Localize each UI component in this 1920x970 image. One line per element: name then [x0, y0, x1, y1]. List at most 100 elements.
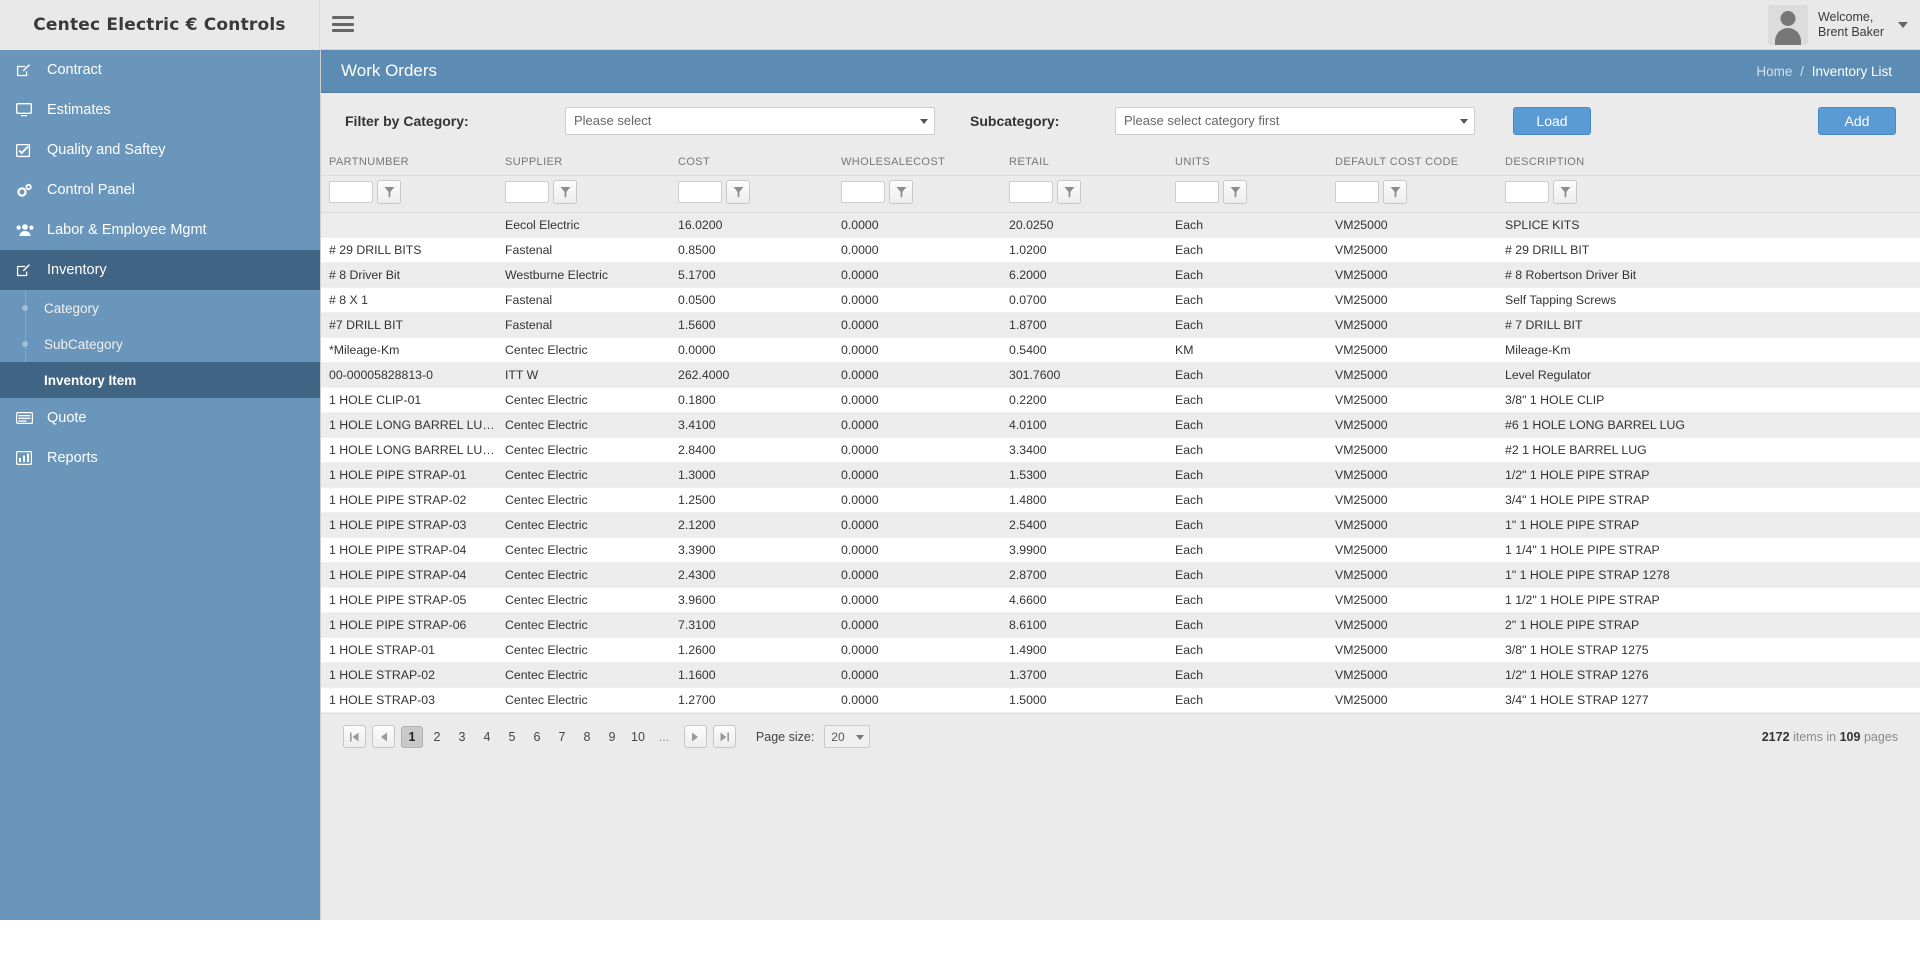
table-row[interactable]: # 8 Driver Bit Westburne Electric 5.1700 0.… — [321, 262, 1920, 288]
table-row[interactable]: 1 HOLE PIPE STRAP-03 Centec Electric 2.120… — [321, 512, 1920, 538]
cell-wholesalecost: 0.0000 — [833, 612, 1001, 638]
cell-supplier: Centec Electric — [497, 637, 670, 663]
prev-page-icon[interactable] — [372, 725, 395, 748]
funnel-icon[interactable] — [1057, 180, 1081, 204]
next-page-icon[interactable] — [683, 725, 707, 748]
sidebar-item-label: Quote — [47, 410, 87, 426]
column-header-default-cost-code[interactable]: DEFAULT COST CODE — [1327, 148, 1497, 176]
filter-input-5[interactable] — [1175, 181, 1219, 203]
table-row[interactable]: 1 HOLE PIPE STRAP-05 Centec Electric 3.960… — [321, 587, 1920, 613]
sidebar-item-inventory[interactable]: Inventory — [0, 250, 320, 290]
page-size-select[interactable]: 20 — [824, 725, 871, 748]
page-button-5[interactable]: 5 — [501, 726, 523, 748]
cell-supplier: Centec Electric — [497, 537, 670, 563]
sidebar-item-reports[interactable]: Reports — [0, 438, 320, 478]
sidebar-item-category[interactable]: Category — [0, 290, 320, 326]
page-button-9[interactable]: 9 — [601, 726, 623, 748]
filter-input-2[interactable] — [678, 181, 722, 203]
funnel-icon[interactable] — [553, 180, 577, 204]
page-button-2[interactable]: 2 — [426, 726, 448, 748]
sidebar-item-subcategory[interactable]: SubCategory — [0, 326, 320, 362]
column-header-wholesalecost[interactable]: WHOLESALECOST — [833, 148, 1001, 176]
cell-wholesalecost: 0.0000 — [833, 487, 1001, 513]
filter-input-1[interactable] — [505, 181, 549, 203]
table-row[interactable]: # 29 DRILL BITS Fastenal 0.8500 0.0000 1.020… — [321, 237, 1920, 263]
filter-input-3[interactable] — [841, 181, 885, 203]
table-row[interactable]: 1 HOLE PIPE STRAP-06 Centec Electric 7.310… — [321, 612, 1920, 638]
table-row[interactable]: 1 HOLE PIPE STRAP-04 Centec Electric 3.390… — [321, 537, 1920, 563]
sidebar-item-control-panel[interactable]: Control Panel — [0, 170, 320, 210]
table-row[interactable]: 1 HOLE STRAP-02 Centec Electric 1.1600 0.00… — [321, 662, 1920, 688]
cell-default-cost-code: VM25000 — [1327, 662, 1497, 688]
column-header-retail[interactable]: RETAIL — [1001, 148, 1167, 176]
filter-input-4[interactable] — [1009, 181, 1053, 203]
cell-description: Self Tapping Screws — [1497, 287, 1920, 313]
filter-input-0[interactable] — [329, 181, 373, 203]
user-menu[interactable]: Welcome, Brent Baker — [1767, 5, 1908, 45]
page-button-6[interactable]: 6 — [526, 726, 548, 748]
table-row[interactable]: 1 HOLE PIPE STRAP-01 Centec Electric 1.300… — [321, 462, 1920, 488]
table-row[interactable]: # 8 X 1 Fastenal 0.0500 0.0000 0.0700 Each VM2… — [321, 287, 1920, 313]
funnel-icon[interactable] — [1223, 180, 1247, 204]
table-row[interactable]: 1 HOLE STRAP-01 Centec Electric 1.2600 0.00… — [321, 637, 1920, 663]
table-row[interactable]: #7 DRILL BIT Fastenal 1.5600 0.0000 1.8700 Ea… — [321, 312, 1920, 338]
page-button-10[interactable]: 10 — [626, 726, 650, 748]
pages-count: 109 — [1839, 729, 1861, 744]
breadcrumb-home[interactable]: Home — [1756, 64, 1792, 79]
sidebar-item-contract[interactable]: Contract — [0, 50, 320, 90]
sidebar-item-labor-employee-mgmt[interactable]: Labor & Employee Mgmt — [0, 210, 320, 250]
column-header-cost[interactable]: COST — [670, 148, 833, 176]
cell-default-cost-code: VM25000 — [1327, 337, 1497, 363]
table-row[interactable]: 1 HOLE PIPE STRAP-04 Centec Electric 2.430… — [321, 562, 1920, 588]
cell-units: Each — [1167, 312, 1327, 338]
chevron-down-icon[interactable] — [1898, 22, 1908, 28]
table-row[interactable]: 1 HOLE PIPE STRAP-02 Centec Electric 1.250… — [321, 487, 1920, 513]
filter-input-6[interactable] — [1335, 181, 1379, 203]
sidebar-item-quote[interactable]: Quote — [0, 398, 320, 438]
table-row[interactable]: 00-00005828813-0 ITT W 262.4000 0.0000 301.7… — [321, 362, 1920, 388]
category-select[interactable]: Please select — [565, 106, 935, 135]
column-header-units[interactable]: UNITS — [1167, 148, 1327, 176]
page-button-1[interactable]: 1 — [401, 725, 423, 748]
column-header-partnumber[interactable]: PARTNUMBER — [321, 148, 497, 176]
cell-partnumber: 1 HOLE PIPE STRAP-01 — [321, 462, 497, 488]
table-row[interactable]: 1 HOLE STRAP-03 Centec Electric 1.2700 0.00… — [321, 687, 1920, 713]
table-row[interactable]: 1 HOLE LONG BARREL LUG-02 Centec Electric… — [321, 437, 1920, 463]
funnel-icon[interactable] — [889, 180, 913, 204]
column-header-supplier[interactable]: SUPPLIER — [497, 148, 670, 176]
load-button[interactable]: Load — [1513, 106, 1591, 135]
table-row[interactable]: 1 HOLE LONG BARREL LUG-01 Centec Electric… — [321, 412, 1920, 438]
filter-cell-4 — [1001, 175, 1167, 213]
funnel-icon[interactable] — [377, 180, 401, 204]
cell-supplier: Centec Electric — [497, 412, 670, 438]
funnel-icon[interactable] — [1553, 180, 1577, 204]
sidebar-item-quality-and-saftey[interactable]: Quality and Saftey — [0, 130, 320, 170]
cell-default-cost-code: VM25000 — [1327, 212, 1497, 238]
filter-input-7[interactable] — [1505, 181, 1549, 203]
funnel-icon[interactable] — [726, 180, 750, 204]
page-button-8[interactable]: 8 — [576, 726, 598, 748]
first-page-icon[interactable] — [343, 725, 366, 748]
last-page-icon[interactable] — [712, 725, 736, 748]
page-button-7[interactable]: 7 — [551, 726, 573, 748]
funnel-icon[interactable] — [1383, 180, 1407, 204]
subcategory-select[interactable]: Please select category first — [1115, 106, 1475, 135]
filter-cell-5 — [1167, 175, 1327, 213]
page-button-4[interactable]: 4 — [476, 726, 498, 748]
column-header-description[interactable]: DESCRIPTION — [1497, 148, 1920, 176]
sidebar-item-inventory-item[interactable]: Inventory Item — [0, 362, 320, 398]
cell-units: Each — [1167, 512, 1327, 538]
add-button[interactable]: Add — [1818, 106, 1896, 135]
table-row[interactable]: *Mileage-Km Centec Electric 0.0000 0.0000 0.… — [321, 337, 1920, 363]
items-count: 2172 — [1761, 729, 1790, 744]
hamburger-icon[interactable] — [332, 14, 354, 34]
page-button-3[interactable]: 3 — [451, 726, 473, 748]
sidebar-item-estimates[interactable]: Estimates — [0, 90, 320, 130]
table-row[interactable]: Eecol Electric 16.0200 0.0000 20.0250 Each VM… — [321, 212, 1920, 238]
welcome-line-1: Welcome, — [1817, 10, 1874, 24]
cell-wholesalecost: 0.0000 — [833, 212, 1001, 238]
welcome-line-2: Brent Baker — [1817, 25, 1884, 39]
cell-description: Mileage-Km — [1497, 337, 1920, 363]
table-row[interactable]: 1 HOLE CLIP-01 Centec Electric 0.1800 0.000… — [321, 387, 1920, 413]
check-square-icon — [16, 143, 38, 158]
